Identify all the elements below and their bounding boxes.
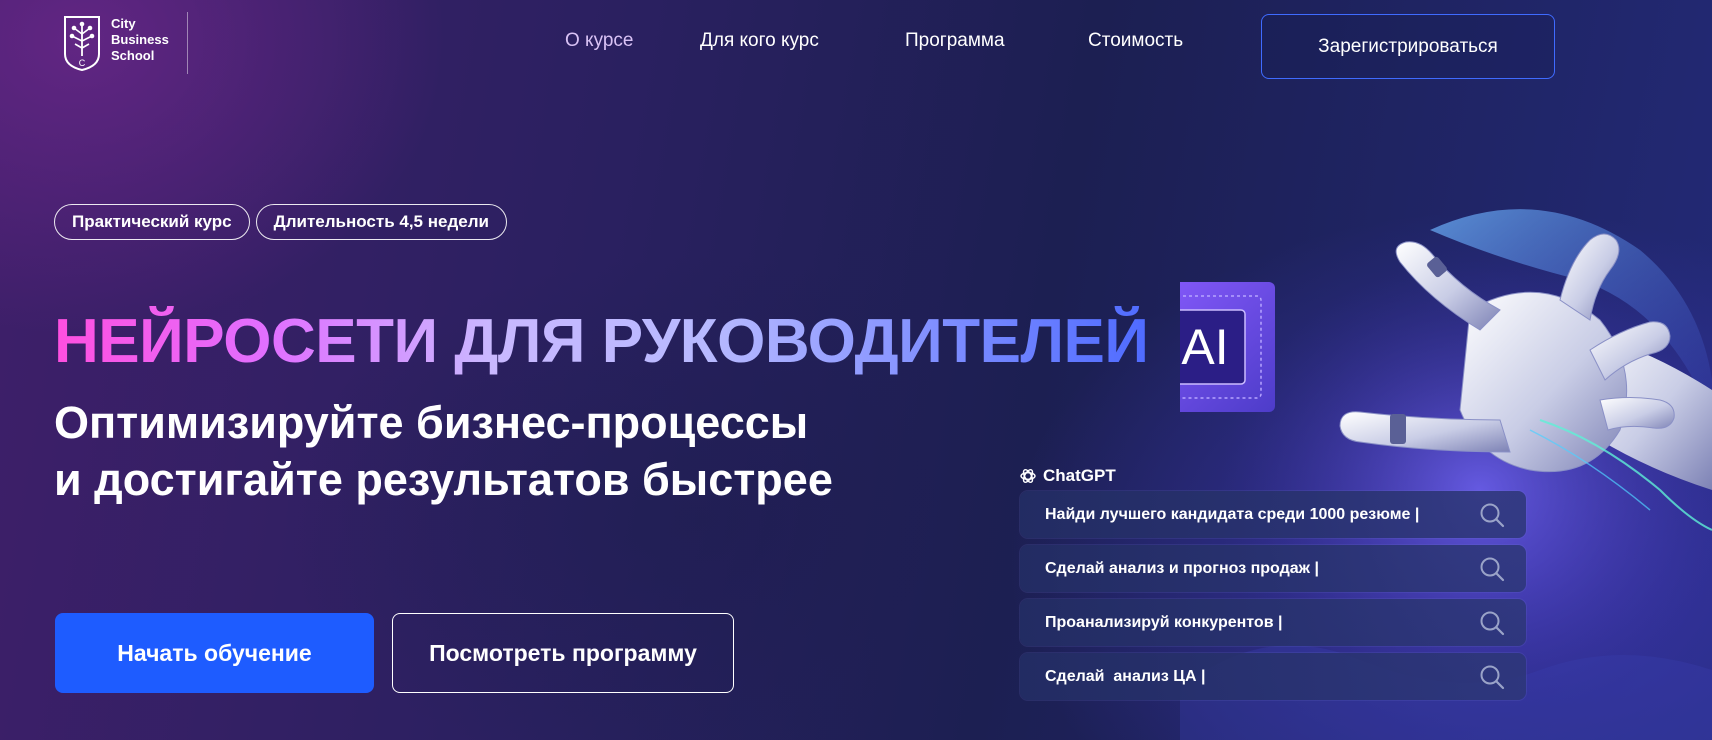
prompt-text: Сделай анализ и прогноз продаж | (1045, 559, 1319, 577)
search-icon[interactable] (1478, 609, 1506, 637)
logo[interactable]: C City Business School (62, 12, 188, 74)
prompt-field-audience[interactable]: Сделай анализ ЦА | (1020, 653, 1526, 700)
chatgpt-label-text: ChatGPT (1043, 466, 1116, 485)
hero-headline: НЕЙРОСЕТИ ДЛЯ РУКОВОДИТЕЛЕЙ (54, 307, 1149, 376)
logo-line-city: City (111, 16, 136, 31)
prompt-text: Проанализируй конкурентов | (1045, 613, 1283, 631)
search-icon[interactable] (1478, 501, 1506, 529)
robot-little-finger (1599, 397, 1675, 431)
chatgpt-label: ChatGPT (1019, 466, 1116, 486)
start-learning-button[interactable]: Начать обучение (55, 613, 374, 693)
tag-practical: Практический курс (54, 204, 250, 240)
register-button[interactable]: Зарегистрироваться (1261, 14, 1555, 79)
search-icon[interactable] (1478, 663, 1506, 691)
prompt-text: Сделай анализ ЦА | (1045, 667, 1206, 685)
prompt-field-competitors[interactable]: Проанализируй конкурентов | (1020, 599, 1526, 646)
logo-text: City Business School (111, 16, 169, 64)
tree-shield-icon: C (64, 16, 100, 72)
nav-item-program[interactable]: Программа (905, 30, 1005, 52)
prompt-field-candidate[interactable]: Найди лучшего кандидата среди 1000 резюм… (1020, 491, 1526, 538)
hero-subline-2: и достигайте результатов быстрее (54, 454, 833, 505)
tag-duration: Длительность 4,5 недели (255, 204, 507, 240)
openai-logo-icon (1020, 469, 1036, 483)
nav-item-about[interactable]: О курсе (565, 30, 634, 52)
logo-divider (187, 12, 188, 74)
hero-subheadline: Оптимизируйте бизнес-процессы и достигай… (54, 394, 833, 508)
nav-item-audience[interactable]: Для кого курс (700, 30, 819, 52)
nav-item-price[interactable]: Стоимость (1088, 30, 1183, 52)
course-tags: Практический курс Длительность 4,5 недел… (54, 204, 507, 240)
logo-line-school: School (111, 48, 155, 63)
prompt-field-sales[interactable]: Сделай анализ и прогноз продаж | (1020, 545, 1526, 592)
ai-chip: AI (1180, 282, 1275, 412)
logo-line-business: Business (111, 32, 169, 47)
search-icon[interactable] (1478, 555, 1506, 583)
emblem-letter: C (79, 58, 86, 68)
finger-joint-2 (1390, 414, 1406, 444)
prompt-text: Найди лучшего кандидата среди 1000 резюм… (1045, 505, 1420, 523)
hero-subline-1: Оптимизируйте бизнес-процессы (54, 397, 809, 448)
view-program-button[interactable]: Посмотреть программу (392, 613, 734, 693)
ai-chip-label: AI (1181, 319, 1228, 375)
